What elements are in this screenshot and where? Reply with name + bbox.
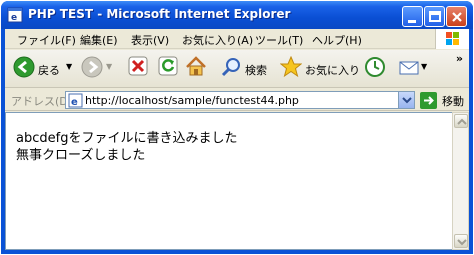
address-url[interactable]: http://localhost/sample/functest44.php	[85, 94, 299, 107]
favorites-star-icon[interactable]	[280, 56, 302, 78]
go-button[interactable]: 移動	[442, 93, 464, 109]
menu-favorites[interactable]: お気に入り(A)	[182, 32, 253, 48]
scroll-up-button[interactable]	[454, 114, 468, 128]
arrow-up-icon	[457, 118, 467, 125]
back-icon[interactable]	[13, 56, 35, 78]
toolbar-overflow-chevron-icon[interactable]: »	[456, 52, 463, 65]
go-arrow-icon[interactable]	[420, 92, 437, 109]
back-dropdown-icon[interactable]: ▼	[66, 62, 72, 71]
forward-icon[interactable]	[81, 56, 103, 78]
address-dropdown-button[interactable]	[398, 92, 414, 108]
maximize-icon	[429, 11, 441, 22]
back-button[interactable]: 戻る	[38, 62, 60, 78]
menu-help[interactable]: ヘルプ(H)	[312, 32, 362, 48]
menu-edit[interactable]: 編集(E)	[80, 32, 118, 48]
ie-window: e PHP TEST - Microsoft Internet Explorer…	[1, 1, 473, 254]
maximize-button[interactable]	[424, 6, 445, 27]
window-title: PHP TEST - Microsoft Internet Explorer	[28, 7, 291, 21]
ie-app-icon: e	[7, 7, 23, 23]
windows-flag-icon	[446, 32, 459, 45]
favorites-button[interactable]: お気に入り	[305, 62, 360, 78]
mail-dropdown-icon[interactable]: ▼	[421, 62, 427, 71]
svg-text:e: e	[11, 13, 17, 23]
vertical-scrollbar[interactable]	[452, 112, 469, 250]
arrow-down-icon	[457, 239, 467, 246]
close-icon	[452, 12, 462, 22]
standard-toolbar: 戻る ▼ ▼ 検索 お気に入り ▼ »	[5, 50, 469, 88]
close-button[interactable]	[446, 6, 467, 27]
stop-icon[interactable]	[128, 56, 148, 76]
menu-file[interactable]: ファイル(F)	[17, 32, 76, 48]
history-icon[interactable]	[364, 56, 386, 78]
svg-text:e: e	[71, 97, 78, 108]
search-button[interactable]: 検索	[245, 62, 267, 78]
menu-bar: ファイル(F) 編集(E) 表示(V) お気に入り(A) ツール(T) ヘルプ(…	[5, 29, 469, 49]
windows-logo	[435, 29, 469, 49]
refresh-icon[interactable]	[158, 56, 178, 76]
chevron-down-icon	[402, 97, 412, 104]
mail-icon[interactable]	[398, 56, 420, 78]
address-field[interactable]: e http://localhost/sample/functest44.php	[65, 91, 415, 109]
browser-frame: ファイル(F) 編集(E) 表示(V) お気に入り(A) ツール(T) ヘルプ(…	[5, 29, 469, 250]
page-icon: e	[68, 93, 83, 108]
forward-dropdown-icon[interactable]: ▼	[106, 62, 112, 71]
search-icon[interactable]	[220, 56, 242, 78]
menu-view[interactable]: 表示(V)	[131, 32, 169, 48]
scroll-down-button[interactable]	[454, 234, 468, 248]
minimize-icon	[408, 20, 416, 23]
title-bar[interactable]: e PHP TEST - Microsoft Internet Explorer	[1, 1, 473, 29]
menu-tools[interactable]: ツール(T)	[255, 32, 303, 48]
content-line-2: 無事クローズしました	[16, 148, 146, 163]
minimize-button[interactable]	[402, 6, 423, 27]
home-icon[interactable]	[185, 56, 207, 76]
page-content: abcdefgをファイルに書き込みました 無事クローズしました	[5, 112, 452, 250]
address-label: アドレス(D)	[11, 95, 73, 108]
address-bar: アドレス(D) e http://localhost/sample/functe…	[5, 89, 469, 111]
